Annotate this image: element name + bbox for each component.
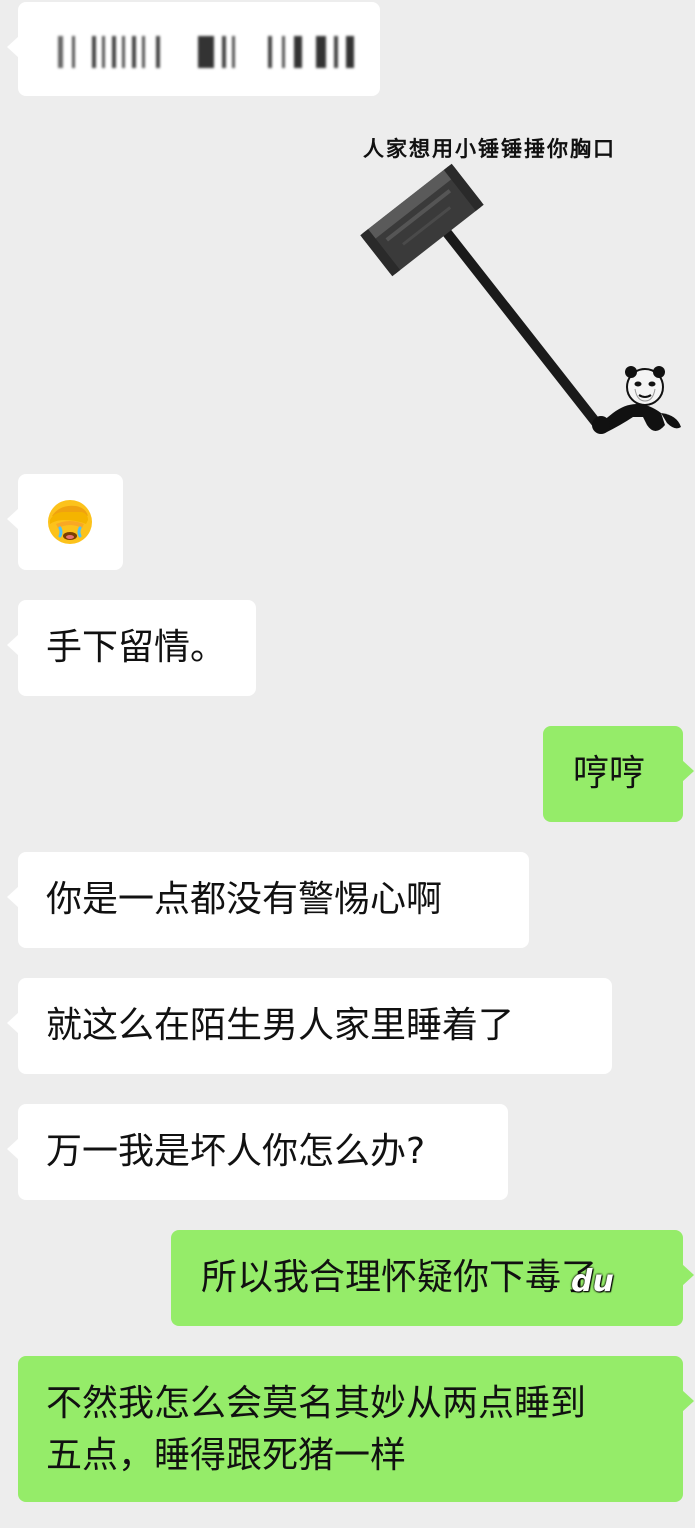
blurred-text: [58, 34, 368, 70]
message-text: 你是一点都没有警惕心啊: [46, 879, 443, 920]
message-bubble-outgoing[interactable]: 不然我怎么会莫名其妙从两点睡到 五点，睡得跟死猪一样: [18, 1356, 694, 1502]
message-text: 手下留情。: [46, 627, 227, 668]
message-bubble-blurred[interactable]: [7, 2, 380, 96]
facepalm-crying-emoji-icon: [48, 500, 92, 544]
message-text: 就这么在陌生男人家里睡着了: [46, 1005, 515, 1046]
hammer-panda-illustration: [360, 163, 681, 434]
message-text-line2: 五点，睡得跟死猪一样: [46, 1435, 407, 1476]
message-bubble-incoming[interactable]: 就这么在陌生男人家里睡着了: [7, 978, 612, 1074]
message-text: 哼哼: [573, 753, 646, 794]
message-bubble-incoming[interactable]: 手下留情。: [7, 600, 256, 696]
watermark-logo: du: [571, 1264, 614, 1299]
message-text: 万一我是坏人你怎么办?: [46, 1131, 426, 1172]
message-bubble-incoming[interactable]: 万一我是坏人你怎么办?: [7, 1104, 508, 1200]
message-bubble-emoji[interactable]: [7, 474, 123, 570]
message-text-line1: 不然我怎么会莫名其妙从两点睡到: [46, 1383, 587, 1424]
sticker-hammer-panda[interactable]: 人家想用小锤锤捶你胸口: [355, 125, 690, 470]
message-text: 所以我合理怀疑你下毒了: [201, 1257, 598, 1298]
message-bubble-incoming[interactable]: 你是一点都没有警惕心啊: [7, 852, 529, 948]
message-bubble-outgoing[interactable]: 哼哼: [543, 726, 694, 822]
